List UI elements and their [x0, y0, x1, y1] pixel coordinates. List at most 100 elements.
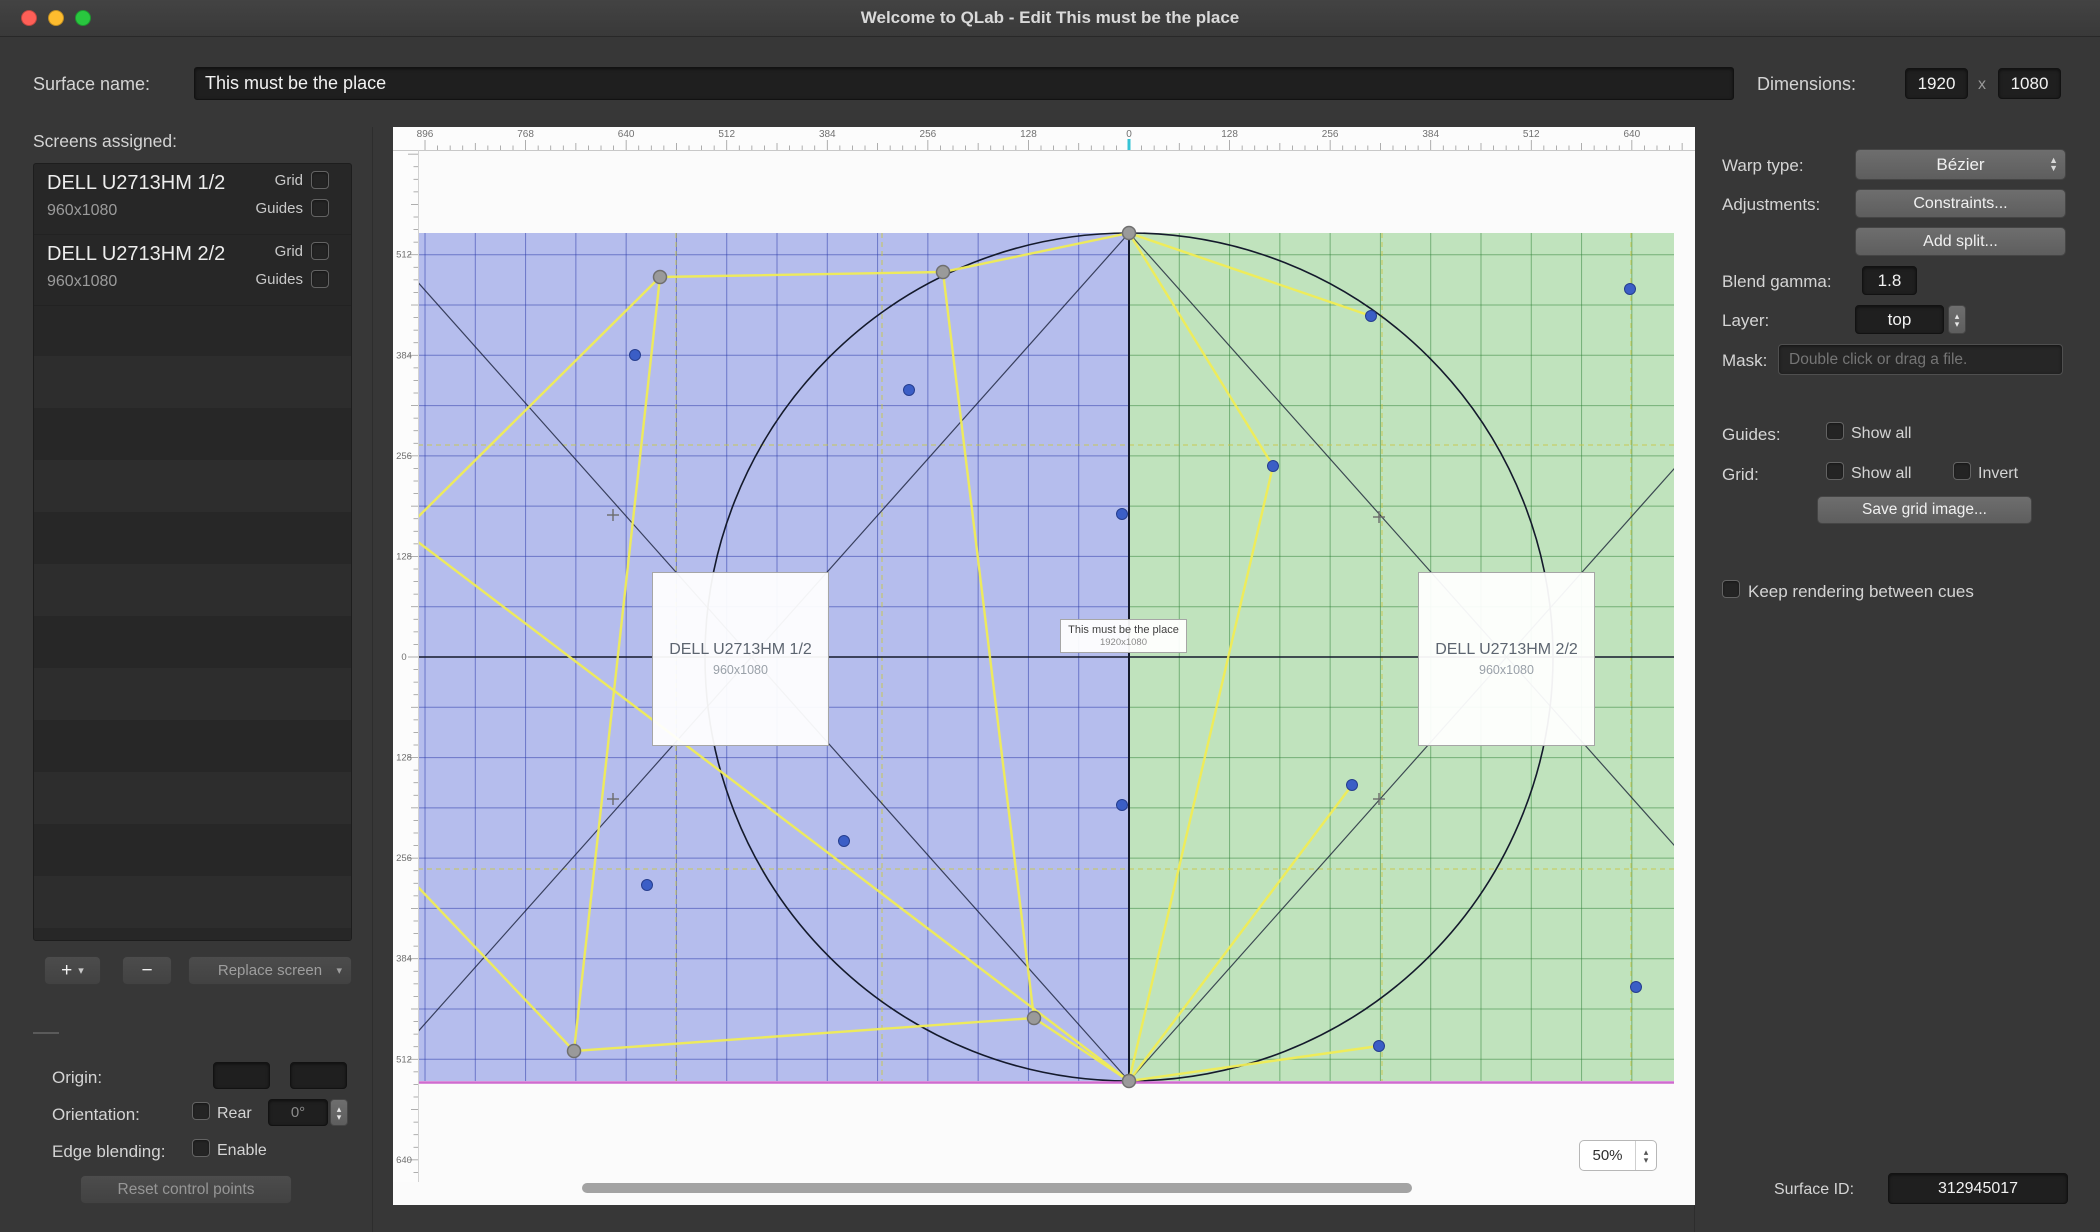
svg-text:512: 512	[396, 250, 412, 261]
surface-id-value: 312945017	[1888, 1173, 2068, 1204]
stepper-down-icon: ▾	[1954, 318, 1960, 329]
rotation-stepper[interactable]: ▴ ▾	[330, 1099, 348, 1126]
screen-list-item-2[interactable]: DELL U2713HM 2/2 960x1080 Grid Guides	[34, 235, 351, 306]
guides-checkbox-label: Guides	[255, 200, 303, 217]
svg-text:128: 128	[1221, 129, 1238, 140]
add-screen-button[interactable]: + ▾	[44, 956, 101, 985]
surface-name-text: This must be the place	[1068, 624, 1179, 636]
svg-text:640: 640	[396, 1155, 412, 1166]
origin-y-input[interactable]	[290, 1062, 347, 1089]
adjustments-label: Adjustments:	[1722, 195, 1821, 214]
grid-show-all-checkbox[interactable]	[1826, 462, 1844, 480]
surface-name-input[interactable]	[194, 67, 1734, 100]
reset-control-points-button[interactable]: Reset control points	[80, 1175, 292, 1204]
guides-checkbox[interactable]	[311, 270, 329, 288]
chevron-down-icon: ▾	[336, 965, 342, 977]
layer-label: Layer:	[1722, 311, 1770, 330]
constraints-button[interactable]: Constraints...	[1855, 189, 2066, 218]
grid-checkbox[interactable]	[311, 171, 329, 189]
screen1-label-box: DELL U2713HM 1/2 960x1080	[652, 572, 829, 746]
grid-checkbox-label: Grid	[274, 172, 303, 189]
dimensions-times: x	[1978, 76, 1986, 93]
edge-blending-label: Edge blending:	[52, 1142, 166, 1161]
screen2-resolution: 960x1080	[1479, 663, 1534, 677]
svg-text:256: 256	[1322, 129, 1339, 140]
zoom-stepper[interactable]: ▴ ▾	[1635, 1141, 1656, 1170]
horizontal-scrollbar-thumb[interactable]	[582, 1183, 1412, 1193]
zoom-control[interactable]: 50% ▴ ▾	[1579, 1140, 1657, 1171]
qlab-edit-surface-window: Welcome to QLab - Edit This must be the …	[0, 0, 2100, 1232]
enable-label: Enable	[217, 1142, 267, 1159]
zoom-value: 50%	[1592, 1147, 1623, 1164]
screen-name: DELL U2713HM 1/2	[47, 172, 226, 194]
screen1-name: DELL U2713HM 1/2	[669, 641, 812, 658]
svg-text:768: 768	[517, 129, 534, 140]
svg-text:128: 128	[396, 551, 412, 562]
dimensions-label: Dimensions:	[1757, 74, 1857, 94]
orientation-label: Orientation:	[52, 1105, 140, 1124]
guides-label: Guides:	[1722, 425, 1781, 444]
svg-text:128: 128	[396, 753, 412, 764]
keep-rendering-label: Keep rendering between cues	[1748, 582, 1974, 601]
screen1-resolution: 960x1080	[713, 663, 768, 677]
surface-name-label: Surface name:	[33, 74, 151, 94]
reset-control-points-label: Reset control points	[117, 1180, 255, 1198]
keep-rendering-checkbox[interactable]	[1722, 580, 1740, 598]
warp-editor-canvas[interactable]: 896 768 640 512 384 256 128 0 128 256 384 512 640 512…	[393, 127, 1695, 1205]
surface-resolution-text: 1920x1080	[1099, 637, 1148, 648]
grid-show-all-label: Show all	[1851, 465, 1912, 482]
surface-center-label-box: This must be the place 1920x1080	[1060, 619, 1187, 653]
add-split-button[interactable]: Add split...	[1855, 227, 2066, 256]
rear-checkbox[interactable]	[192, 1102, 210, 1120]
popup-arrows-icon: ▲ ▼	[2049, 155, 2058, 173]
sidebar-divider	[372, 127, 373, 1232]
screens-list[interactable]: DELL U2713HM 1/2 960x1080 Grid Guides DE…	[33, 163, 352, 941]
plus-icon: +	[61, 959, 73, 981]
screens-assigned-label: Screens assigned:	[33, 131, 177, 151]
warp-type-popup[interactable]: Bézier ▲ ▼	[1855, 149, 2066, 180]
grid-checkbox-label: Grid	[274, 243, 303, 260]
origin-x-input[interactable]	[213, 1062, 270, 1089]
grid-invert-label: Invert	[1978, 465, 2019, 482]
save-grid-image-button[interactable]: Save grid image...	[1817, 496, 2032, 524]
svg-text:256: 256	[920, 129, 937, 140]
screen-list-item-1[interactable]: DELL U2713HM 1/2 960x1080 Grid Guides	[34, 164, 351, 235]
guides-show-all-checkbox[interactable]	[1826, 422, 1844, 440]
guides-checkbox-label: Guides	[255, 271, 303, 288]
rotation-field[interactable]: 0°	[268, 1099, 328, 1126]
layer-stepper[interactable]: ▴ ▾	[1948, 305, 1966, 334]
svg-text:256: 256	[396, 853, 412, 864]
layer-field[interactable]: top	[1855, 305, 1944, 334]
dimensions-height-input[interactable]	[1998, 68, 2061, 99]
svg-text:640: 640	[1624, 129, 1641, 140]
svg-text:896: 896	[417, 129, 434, 140]
svg-text:256: 256	[396, 451, 412, 462]
svg-text:128: 128	[1020, 129, 1037, 140]
add-split-label: Add split...	[1923, 232, 1998, 250]
svg-text:512: 512	[718, 129, 735, 140]
guides-checkbox[interactable]	[311, 199, 329, 217]
screen-resolution: 960x1080	[47, 273, 118, 290]
blend-gamma-field[interactable]: 1.8	[1862, 266, 1917, 295]
remove-screen-button[interactable]: −	[122, 956, 172, 985]
surface-id-label: Surface ID:	[1774, 1181, 1855, 1198]
origin-label: Origin:	[52, 1068, 103, 1087]
constraints-label: Constraints...	[1913, 194, 2008, 212]
grid-checkbox[interactable]	[311, 242, 329, 260]
stepper-down-icon: ▾	[336, 1111, 342, 1122]
svg-text:384: 384	[396, 954, 412, 965]
mask-drop-field[interactable]	[1778, 344, 2063, 375]
dimensions-width-input[interactable]	[1905, 68, 1968, 99]
svg-text:640: 640	[618, 129, 635, 140]
save-grid-image-label: Save grid image...	[1862, 501, 1987, 518]
stepper-down-icon: ▾	[1643, 1154, 1649, 1165]
svg-text:384: 384	[819, 129, 836, 140]
enable-checkbox[interactable]	[192, 1139, 210, 1157]
warp-type-value: Bézier	[1936, 154, 1985, 174]
warp-type-label: Warp type:	[1722, 156, 1804, 175]
replace-screen-button[interactable]: Replace screen ▾	[188, 956, 352, 985]
grid-invert-checkbox[interactable]	[1953, 462, 1971, 480]
section-divider	[33, 1032, 59, 1034]
screen2-label-box: DELL U2713HM 2/2 960x1080	[1418, 572, 1595, 746]
mask-label: Mask:	[1722, 351, 1768, 370]
